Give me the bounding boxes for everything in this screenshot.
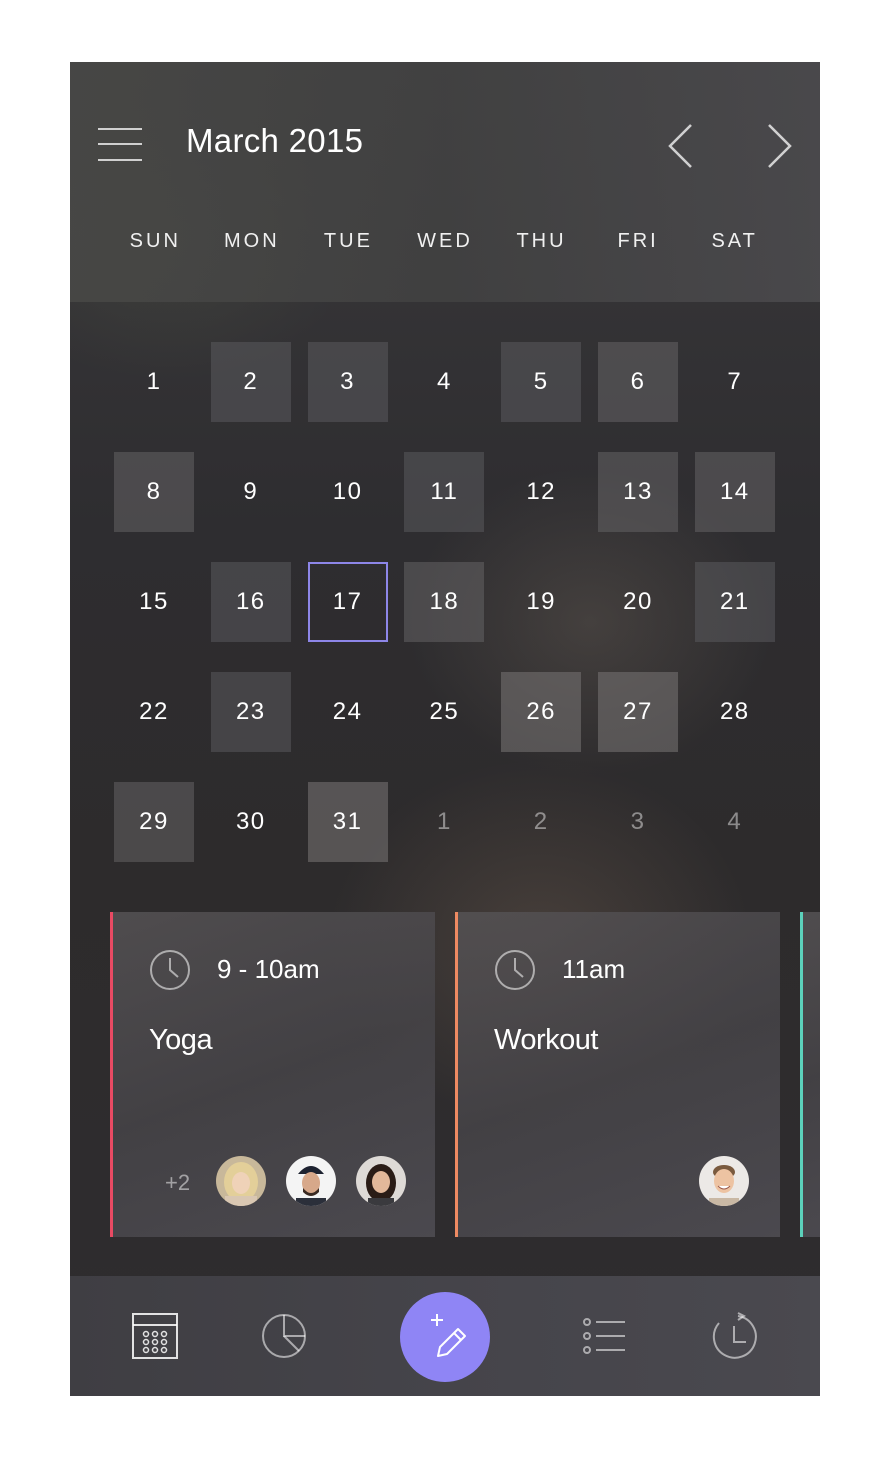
calendar-day[interactable]: 4 bbox=[404, 342, 484, 422]
next-month-button[interactable] bbox=[764, 122, 794, 170]
event-time: 11am bbox=[562, 954, 626, 984]
add-event-button[interactable] bbox=[400, 1292, 490, 1382]
month-title: March 2015 bbox=[186, 122, 364, 159]
avatar-blonde-woman[interactable] bbox=[216, 1156, 266, 1206]
avatar-image bbox=[356, 1156, 406, 1206]
weekday-label: TUE bbox=[323, 230, 373, 252]
calendar-day[interactable]: 1 bbox=[404, 782, 484, 862]
menu-bar bbox=[98, 143, 142, 145]
calendar-day[interactable]: 31 bbox=[307, 782, 388, 862]
calendar-day[interactable]: 8 bbox=[114, 452, 194, 532]
menu-bar bbox=[98, 128, 142, 130]
calendar-day[interactable]: 16 bbox=[210, 562, 291, 642]
bottom-tab-bar bbox=[70, 1276, 820, 1396]
event-title: Workout bbox=[494, 1024, 598, 1056]
avatar-smiling-man[interactable] bbox=[699, 1156, 749, 1206]
calendar-day[interactable]: 10 bbox=[308, 452, 388, 532]
calendar-day[interactable]: 18 bbox=[404, 562, 485, 642]
menu-button[interactable] bbox=[98, 126, 142, 162]
avatar-man-beanie[interactable] bbox=[286, 1156, 336, 1206]
event-time: 9 - 10am bbox=[217, 954, 320, 984]
weekday-label: THU bbox=[516, 230, 567, 252]
calendar-day[interactable]: 27 bbox=[598, 672, 678, 752]
calendar-day-selected[interactable]: 17 bbox=[307, 562, 388, 642]
avatar-image bbox=[216, 1156, 266, 1206]
calendar-day[interactable]: 15 bbox=[114, 562, 194, 642]
weekday-label: WED bbox=[417, 230, 473, 252]
calendar-day[interactable]: 21 bbox=[694, 562, 775, 642]
calendar-day[interactable]: 29 bbox=[114, 782, 194, 862]
calendar-day[interactable]: 26 bbox=[501, 672, 582, 752]
event-title: Yoga bbox=[149, 1024, 213, 1056]
calendar-day[interactable]: 6 bbox=[598, 342, 678, 422]
calendar-day[interactable]: 30 bbox=[211, 782, 291, 862]
tab-stats[interactable] bbox=[260, 1312, 308, 1360]
weekday-row: SUN MON TUE WED THU FRI SAT bbox=[107, 230, 783, 260]
calendar-day[interactable]: 2 bbox=[501, 782, 581, 862]
calendar-day[interactable]: 12 bbox=[501, 452, 581, 532]
calendar-day[interactable]: 20 bbox=[598, 562, 678, 642]
tab-list[interactable] bbox=[581, 1312, 629, 1360]
menu-bar bbox=[98, 159, 142, 161]
calendar-header: March 2015 SUN MON TUE WED THU FRI SAT bbox=[70, 62, 820, 302]
calendar-grid-icon bbox=[132, 1313, 178, 1359]
avatar-smiling-woman[interactable] bbox=[356, 1156, 406, 1206]
calendar-day[interactable]: 13 bbox=[598, 452, 678, 532]
calendar-day[interactable]: 11 bbox=[404, 452, 485, 532]
avatar-image bbox=[699, 1156, 749, 1206]
add-edit-icon bbox=[431, 1314, 466, 1357]
event-card[interactable]: 11am Workout bbox=[455, 912, 780, 1237]
calendar-day[interactable]: 22 bbox=[114, 672, 194, 752]
list-icon bbox=[583, 1318, 625, 1354]
calendar-day[interactable]: 7 bbox=[695, 342, 775, 422]
calendar-day[interactable]: 28 bbox=[695, 672, 775, 752]
calendar-day[interactable]: 3 bbox=[598, 782, 678, 862]
calendar-day[interactable]: 1 bbox=[114, 342, 194, 422]
calendar-day[interactable]: 4 bbox=[695, 782, 775, 862]
history-icon bbox=[712, 1312, 757, 1359]
chevron-right-icon bbox=[768, 124, 792, 168]
weekday-label: FRI bbox=[617, 230, 659, 252]
calendar-day[interactable]: 14 bbox=[694, 452, 775, 532]
calendar-day[interactable]: 5 bbox=[501, 342, 582, 422]
clock-icon bbox=[150, 950, 190, 990]
extra-attendee-count: +2 bbox=[165, 1170, 191, 1195]
event-card[interactable]: 9 - 10am Yoga +2 bbox=[110, 912, 435, 1237]
chevron-left-icon bbox=[668, 124, 692, 168]
calendar-day[interactable]: 25 bbox=[404, 672, 484, 752]
calendar-day[interactable]: 24 bbox=[308, 672, 388, 752]
calendar-day[interactable]: 19 bbox=[501, 562, 581, 642]
app-screen: March 2015 SUN MON TUE WED THU FRI SAT 1… bbox=[70, 62, 820, 1396]
tab-calendar[interactable] bbox=[131, 1312, 179, 1360]
tab-history[interactable] bbox=[710, 1312, 758, 1360]
calendar-day[interactable]: 2 bbox=[210, 342, 291, 422]
previous-month-button[interactable] bbox=[666, 122, 696, 170]
pie-chart-icon bbox=[262, 1314, 306, 1358]
weekday-label: MON bbox=[224, 230, 280, 252]
weekday-label: SUN bbox=[129, 230, 181, 252]
calendar-day[interactable]: 23 bbox=[210, 672, 291, 752]
avatar-image bbox=[286, 1156, 336, 1206]
calendar-day[interactable]: 3 bbox=[307, 342, 388, 422]
weekday-label: SAT bbox=[711, 230, 758, 252]
event-card-peek[interactable] bbox=[800, 912, 820, 1237]
clock-icon bbox=[495, 950, 535, 990]
calendar-day[interactable]: 9 bbox=[211, 452, 291, 532]
